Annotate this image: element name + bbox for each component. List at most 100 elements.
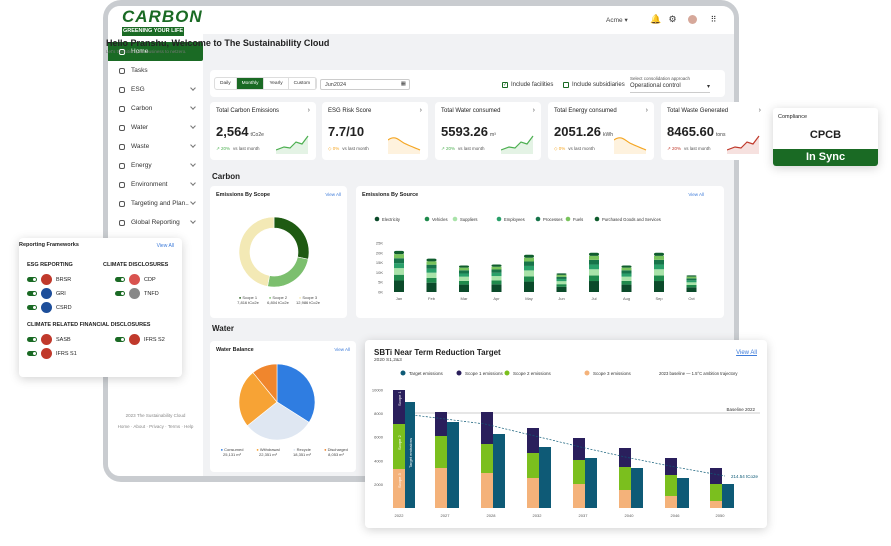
bar-segment[interactable]: [589, 269, 599, 276]
toggle-on-icon[interactable]: [27, 291, 37, 296]
bar-scope2[interactable]: [710, 484, 722, 501]
sidebar-item-environment[interactable]: Environment: [108, 175, 203, 194]
bar-segment[interactable]: [524, 261, 534, 266]
gear-icon[interactable]: ⚙: [668, 15, 677, 24]
bar-segment[interactable]: [556, 281, 567, 285]
kpi-card[interactable]: Total Waste Generated › 8465.60 tons ↗ 20% vs…: [661, 102, 767, 160]
kpi-card[interactable]: Total Water consumed › 5593.26 m³ ↗ 20% vs la…: [435, 102, 541, 160]
bar-scope3[interactable]: [435, 468, 447, 508]
bar-scope2[interactable]: [435, 436, 447, 468]
toggle-on-icon[interactable]: [27, 337, 37, 342]
bar-target[interactable]: [722, 484, 734, 508]
bar-segment[interactable]: [394, 254, 404, 259]
chevron-right-icon[interactable]: ›: [646, 107, 648, 114]
bar-segment[interactable]: [686, 275, 697, 277]
bar-segment[interactable]: [491, 284, 502, 292]
bar-segment[interactable]: [524, 254, 534, 258]
bar-segment[interactable]: [459, 273, 469, 277]
bar-segment[interactable]: [556, 286, 567, 292]
bar-segment[interactable]: [394, 280, 404, 292]
toggle-on-icon[interactable]: [27, 351, 37, 356]
bar-scope3[interactable]: [573, 484, 585, 508]
bar-segment[interactable]: [491, 280, 502, 285]
bar-segment[interactable]: [621, 267, 632, 271]
kpi-card[interactable]: ESG Risk Score › 7.7/10 ◇ 0% vs last month: [322, 102, 428, 160]
bar-segment[interactable]: [589, 281, 599, 292]
bar-segment[interactable]: [556, 278, 567, 282]
bar-segment[interactable]: [686, 285, 697, 288]
toggle-on-icon[interactable]: [27, 277, 37, 282]
framework-brsr[interactable]: BRSR: [27, 274, 71, 285]
framework-sasb[interactable]: SASB: [27, 334, 71, 345]
bar-segment[interactable]: [394, 268, 404, 275]
bar-scope3[interactable]: [619, 490, 631, 508]
bar-segment[interactable]: [394, 258, 404, 264]
bar-segment[interactable]: [556, 274, 567, 277]
period-yearly[interactable]: Yearly: [264, 78, 289, 89]
org-selector[interactable]: Acme ▾: [606, 16, 628, 24]
sidebar-item-global-reporting[interactable]: Global Reporting: [108, 213, 203, 232]
chevron-right-icon[interactable]: ›: [759, 107, 761, 114]
bar-target[interactable]: [677, 478, 689, 508]
bar-segment[interactable]: [426, 264, 437, 269]
bar-segment[interactable]: [556, 276, 567, 279]
slice-scope-2[interactable]: [267, 256, 309, 288]
bar-segment[interactable]: [459, 276, 469, 281]
bar-segment[interactable]: [394, 250, 404, 255]
period-daily[interactable]: Daily: [215, 78, 237, 89]
include-subsidiaries-checkbox[interactable]: Include subsidiaries: [563, 82, 625, 88]
bar-segment[interactable]: [621, 280, 632, 285]
bar-segment[interactable]: [654, 281, 664, 292]
bar-segment[interactable]: [524, 276, 534, 282]
bar-segment[interactable]: [394, 263, 404, 269]
sidebar-item-waste[interactable]: Waste: [108, 137, 203, 156]
bar-segment[interactable]: [524, 257, 534, 262]
bar-segment[interactable]: [491, 264, 502, 267]
bar-segment[interactable]: [686, 287, 697, 292]
bar-segment[interactable]: [686, 278, 697, 281]
bar-scope3[interactable]: [665, 496, 677, 508]
bar-scope1[interactable]: [710, 468, 722, 484]
bar-segment[interactable]: [491, 269, 502, 273]
bell-icon[interactable]: 🔔: [650, 15, 661, 24]
bar-segment[interactable]: [589, 275, 599, 282]
avatar[interactable]: [688, 15, 697, 24]
bar-target[interactable]: [493, 434, 505, 508]
chevron-right-icon[interactable]: ›: [308, 107, 310, 114]
bar-segment[interactable]: [621, 270, 632, 274]
framework-tnfd[interactable]: TNFD: [115, 288, 159, 299]
bar-scope3[interactable]: [481, 473, 493, 508]
slice-scope-1[interactable]: [273, 216, 310, 260]
bar-segment[interactable]: [524, 265, 534, 271]
kpi-card[interactable]: Total Energy consumed › 2051.26 kWh ◇ 0% vs l…: [548, 102, 654, 160]
bar-scope1[interactable]: [481, 412, 493, 444]
reporting-view-all[interactable]: View All: [157, 243, 174, 249]
bar-segment[interactable]: [426, 272, 437, 279]
toggle-on-icon[interactable]: [115, 277, 125, 282]
framework-ifrs-s1[interactable]: IFRS S1: [27, 348, 77, 359]
bar-segment[interactable]: [491, 276, 502, 281]
bar-scope2[interactable]: [665, 475, 677, 496]
brand-logo[interactable]: CARBON GREENING YOUR LIFE: [122, 8, 202, 41]
bar-segment[interactable]: [426, 258, 437, 262]
sidebar-item-carbon[interactable]: Carbon: [108, 99, 203, 118]
bar-segment[interactable]: [491, 272, 502, 277]
bar-segment[interactable]: [459, 267, 469, 271]
date-picker[interactable]: Jun2024 ▦: [320, 79, 410, 90]
bar-segment[interactable]: [394, 274, 404, 281]
bar-segment[interactable]: [491, 266, 502, 270]
compliance-card[interactable]: Compliance CPCB In Sync: [773, 108, 878, 166]
toggle-on-icon[interactable]: [115, 337, 125, 342]
sidebar-item-tasks[interactable]: Tasks: [108, 61, 203, 80]
bar-segment[interactable]: [524, 270, 534, 277]
framework-cdp[interactable]: CDP: [115, 274, 156, 285]
period-monthly[interactable]: Monthly: [236, 78, 265, 89]
bar-segment[interactable]: [686, 282, 697, 286]
bar-segment[interactable]: [654, 259, 664, 265]
bar-segment[interactable]: [621, 276, 632, 281]
sidebar-footer-links[interactable]: Home · About · Privacy · Terms · Help: [108, 424, 203, 429]
chevron-right-icon[interactable]: ›: [533, 107, 535, 114]
bar-scope2[interactable]: [573, 460, 585, 484]
framework-ifrs-s2[interactable]: IFRS S2: [115, 334, 165, 345]
bar-scope2[interactable]: [527, 453, 539, 478]
